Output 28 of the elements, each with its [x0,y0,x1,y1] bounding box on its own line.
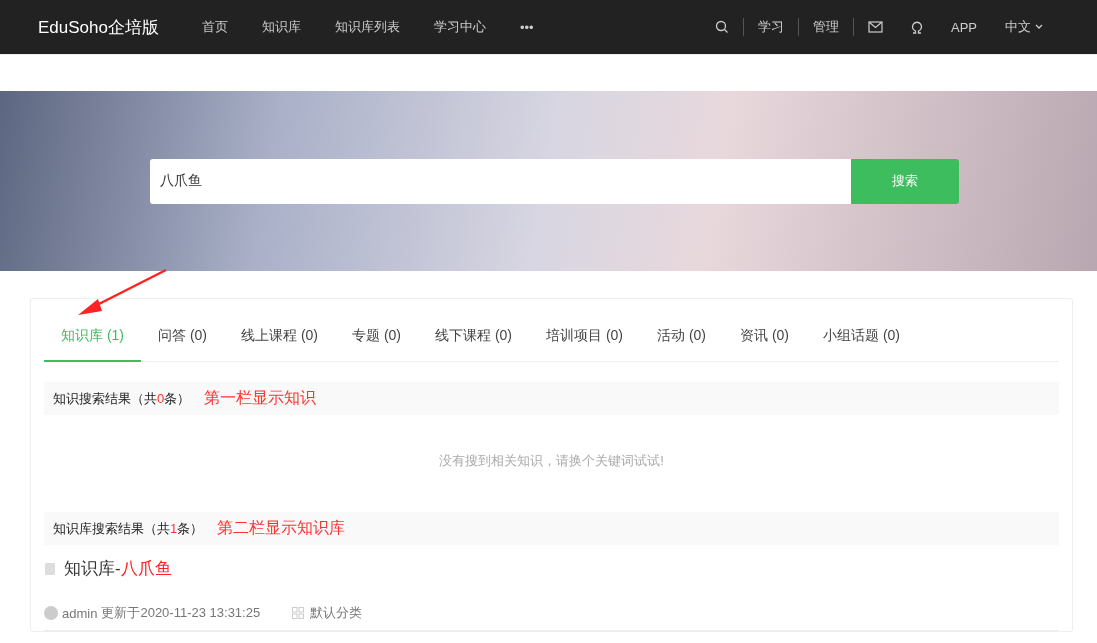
nav-link[interactable]: 知识库 [261,18,301,36]
result-tab[interactable]: 小组话题 (0) [806,311,917,362]
nav-link[interactable]: 管理 [799,18,853,36]
nav-link[interactable]: ••• [519,19,534,35]
section-title: 知识库搜索结果（共1条） [53,519,204,538]
annotation-text: 第一栏显示知识 [204,388,317,408]
author-name: admin [62,605,98,621]
language-menu[interactable]: 中文 [991,18,1057,36]
section-title: 知识搜索结果（共0条） [53,389,191,408]
category-label: 默认分类 [310,604,363,622]
app-link[interactable]: APP [937,19,991,35]
result-tab[interactable]: 专题 (0) [335,311,418,362]
empty-message: 没有搜到相关知识，请换个关键词试试! [438,452,665,470]
result-title[interactable]: 知识库-八爪鱼 [64,557,172,580]
annotation-text: 第二栏显示知识库 [217,518,346,538]
nav-link[interactable]: 学习中心 [433,18,486,36]
nav-link[interactable]: 学习 [744,18,798,36]
result-tab[interactable]: 培训项目 (0) [529,311,640,362]
result-tab[interactable]: 线上课程 (0) [224,311,335,362]
nav-link[interactable]: 知识库列表 [334,18,400,36]
search-field[interactable]: 八爪鱼 [149,158,851,204]
result-tab[interactable]: 问答 (0) [141,311,224,362]
result-tab[interactable]: 活动 (0) [640,311,723,362]
brand-logo[interactable]: EduSoho企培版 [38,15,159,39]
nav-link[interactable]: 首页 [201,18,228,36]
updated-time: 更新于2020-11-23 13:31:25 [101,604,261,622]
result-tab[interactable]: 线下课程 (0) [418,311,529,362]
result-tab[interactable]: 资讯 (0) [723,311,806,362]
